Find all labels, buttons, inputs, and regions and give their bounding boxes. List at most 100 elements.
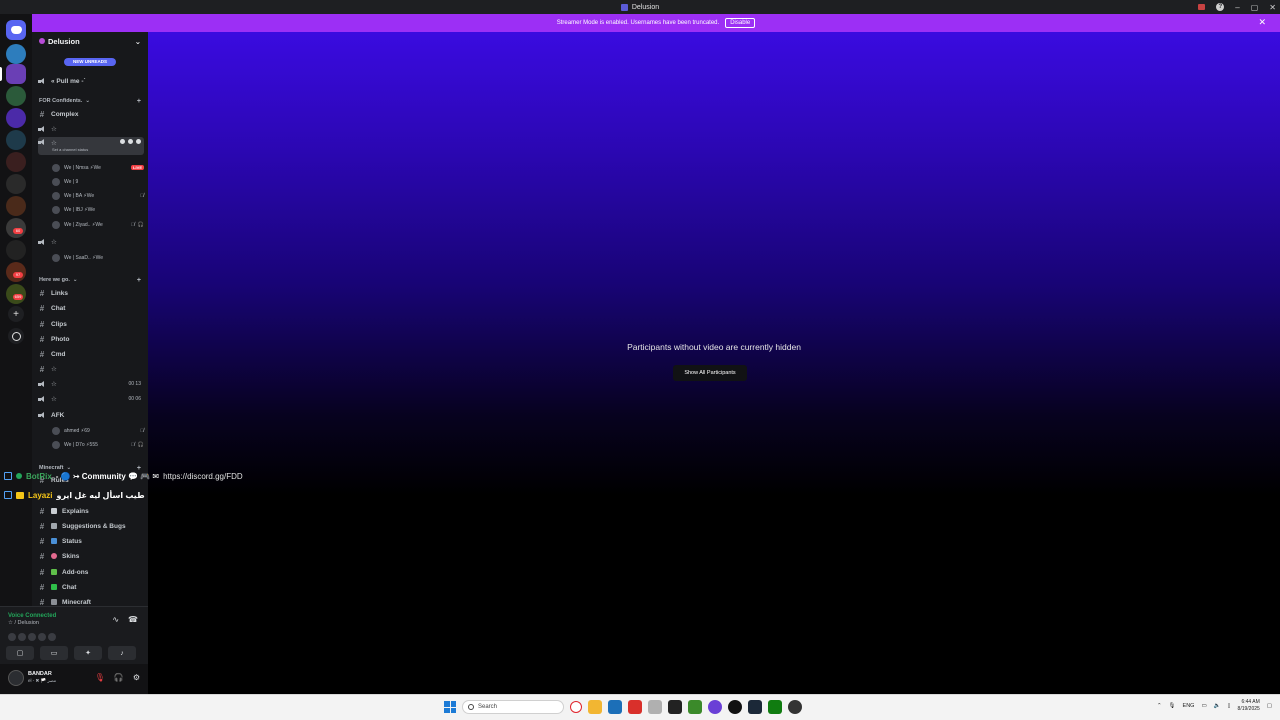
voice-user-row[interactable]: We | D7o ⚡555 🎙̸ 🎧 (52, 439, 144, 450)
notifications-icon[interactable]: ▢ (1267, 703, 1272, 709)
inbox-icon[interactable] (1198, 4, 1206, 10)
channel-skins[interactable]: # Skins (38, 550, 144, 562)
mic-muted-icon[interactable]: 🎙 (95, 673, 105, 682)
server-icon-4[interactable] (6, 108, 26, 128)
activity-button[interactable]: ✦ (74, 646, 102, 660)
channel-chat[interactable]: # Chat (38, 302, 144, 314)
soundboard-button[interactable]: ♪ (108, 646, 136, 660)
set-channel-status[interactable]: Set a channel status (52, 147, 88, 152)
settings-app-icon[interactable] (648, 700, 662, 714)
direct-messages-button[interactable] (6, 20, 26, 40)
add-channel-icon[interactable]: + (137, 98, 141, 105)
add-channel-icon[interactable]: + (137, 277, 141, 284)
screen-share-button[interactable]: ▭ (40, 646, 68, 660)
category-for-confidents[interactable]: FOR Confidents. ⌄ + (39, 96, 141, 106)
user-status-group: 🎙̸ 🎧 (131, 442, 144, 448)
tiktok-icon[interactable] (728, 700, 742, 714)
minecraft-icon[interactable] (688, 700, 702, 714)
server-icon-5[interactable] (6, 130, 26, 150)
windows-start-icon[interactable] (444, 701, 456, 713)
channel-explains[interactable]: # Explains (38, 505, 144, 517)
channel-photo[interactable]: # Photo (38, 333, 144, 345)
gear-icon[interactable]: ⚙ (133, 673, 140, 682)
server-icon-6[interactable] (6, 152, 26, 172)
voice-channel-5[interactable]: ☆ 00 13 (38, 378, 144, 390)
disable-streamer-mode-button[interactable]: Disable (725, 18, 756, 28)
voice-user-row[interactable]: We | SaaD.. ⚡We (52, 252, 144, 263)
minimize-icon[interactable]: – (1235, 3, 1239, 12)
voice-connected-title[interactable]: Voice Connected (8, 613, 56, 619)
network-icon[interactable]: ▭ (1201, 703, 1206, 709)
taskbar-search[interactable]: Search (462, 700, 564, 714)
user-avatar[interactable] (8, 670, 24, 686)
obs-icon[interactable] (788, 700, 802, 714)
voice-channel-selected[interactable]: ☆ Set a channel status (38, 137, 144, 155)
channel-addons[interactable]: # Add-ons (38, 566, 144, 578)
disconnect-icon[interactable]: ☎ (128, 615, 138, 624)
file-explorer-icon[interactable] (588, 700, 602, 714)
channel-status[interactable]: # Status (38, 535, 144, 547)
server-icon-1[interactable] (6, 44, 26, 64)
voice-user-row[interactable]: ahmed ⚡69 🎙̸ (52, 425, 144, 436)
channel-cmd[interactable]: # Cmd (38, 348, 144, 360)
store-icon[interactable] (608, 700, 622, 714)
steam-icon[interactable] (748, 700, 762, 714)
category-here-we-go[interactable]: Here we go. ⌄ + (39, 275, 141, 285)
server-icon-2[interactable] (6, 64, 26, 84)
noise-suppression-icon[interactable]: ∿ (112, 615, 119, 624)
chat-text: طيب اسأل ليه غل ايرو (56, 490, 145, 500)
channel-complex[interactable]: # Complex (38, 108, 144, 120)
guild-header[interactable]: Delusion ⌄ (32, 32, 148, 50)
clock[interactable]: 6:44 AM 8/19/2025 (1238, 699, 1260, 713)
camera-off-button[interactable]: ▢ (6, 646, 34, 660)
server-icon-10[interactable] (6, 240, 26, 260)
channel-clips[interactable]: # Clips (38, 318, 144, 330)
xbox-icon[interactable] (768, 700, 782, 714)
channel-links[interactable]: # Links (38, 287, 144, 299)
chat-bubble-icon[interactable] (120, 139, 125, 144)
voice-channel-1[interactable]: ☆ (38, 123, 144, 135)
help-icon[interactable]: ? (1216, 3, 1225, 11)
red-app-icon[interactable] (628, 700, 642, 714)
voice-user-row[interactable]: We | BA ⚡We 🎙̸ (52, 190, 144, 201)
platform-icon (4, 491, 12, 499)
voice-channel-3[interactable]: ☆ (38, 236, 144, 248)
server-icon-8[interactable] (6, 196, 26, 216)
close-banner-icon[interactable]: ✕ (1258, 17, 1266, 28)
server-icon-3[interactable] (6, 86, 26, 106)
close-window-icon[interactable]: ✕ (1269, 3, 1276, 12)
channel-pull-me[interactable]: « Pull me -ˊ (38, 75, 144, 87)
new-unreads-pill[interactable]: NEW UNREADS (64, 58, 116, 66)
voice-channel-6[interactable]: ☆ 00 06 (38, 393, 144, 405)
channel-4[interactable]: # ☆ (38, 363, 144, 375)
server-icon-7[interactable] (6, 174, 26, 194)
discord-taskbar-icon[interactable] (708, 700, 722, 714)
voice-user-row[interactable]: We | Nmsa ⚡We LIVE (52, 162, 144, 173)
voice-connected-channel[interactable]: ☆ / Delusion (8, 620, 39, 626)
voice-channel-afk[interactable]: AFK (38, 409, 144, 421)
language-indicator[interactable]: ENG (1183, 703, 1195, 709)
window-controls: ? – ▢ ✕ (1198, 0, 1276, 14)
voice-user-row[interactable]: We | IBJ ⚡We (52, 204, 144, 215)
voice-user-row[interactable]: We | Ziyad.. ⚡We 🎙̸ 🎧 (52, 219, 144, 230)
maximize-icon[interactable]: ▢ (1251, 3, 1259, 12)
user-name[interactable]: BANDAR (28, 671, 52, 677)
explore-servers-button[interactable] (8, 328, 24, 344)
invite-user-icon[interactable] (128, 139, 133, 144)
gear-icon[interactable] (136, 139, 141, 144)
channel-suggestions[interactable]: # Suggestions & Bugs (38, 520, 144, 532)
chevron-up-icon[interactable]: ⌃ (1157, 703, 1162, 709)
channel-mc-chat[interactable]: # Chat (38, 581, 144, 593)
battery-icon[interactable]: ▯ (1228, 703, 1231, 709)
headphones-icon[interactable]: 🎧 (114, 673, 124, 682)
terminal-icon[interactable] (668, 700, 682, 714)
microphone-icon[interactable]: 🎙 (1169, 703, 1176, 709)
opera-icon[interactable] (570, 701, 582, 713)
show-all-participants-button[interactable]: Show All Participants (673, 365, 747, 381)
add-server-button[interactable]: + (8, 306, 24, 322)
volume-icon[interactable]: 🔈 (1214, 703, 1221, 709)
avatar (52, 191, 60, 200)
speaker-icon (38, 380, 46, 388)
voice-user-row[interactable]: We | 9 (52, 176, 144, 187)
overlay-chat-message: BotRix - 🔵 ↣ Community 💬 🎮 ✉ https://dis… (4, 469, 243, 483)
